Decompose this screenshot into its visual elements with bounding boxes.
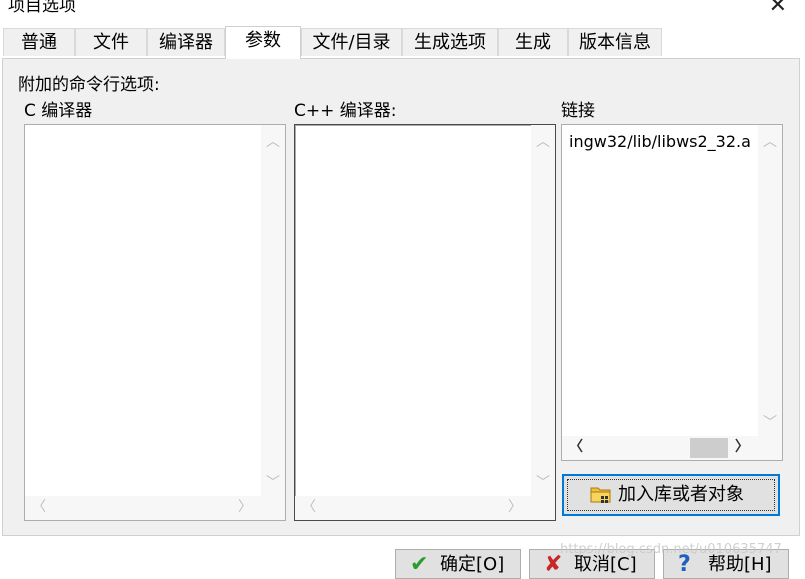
c-compiler-vscrollbar[interactable]: ︿ ﹀: [261, 125, 285, 496]
scroll-left-icon[interactable]: 〈: [568, 440, 584, 454]
tab-directories[interactable]: 文件/目录: [301, 28, 402, 56]
window-title: 项目选项: [8, 0, 76, 16]
extra-options-label: 附加的命令行选项:: [18, 75, 160, 95]
scroll-down-icon[interactable]: ﹀: [265, 476, 281, 490]
linker-hscrollbar[interactable]: 〈 〉: [562, 436, 782, 460]
tab-build-options[interactable]: 生成选项: [402, 28, 498, 56]
scroll-left-icon[interactable]: 〈: [31, 500, 47, 514]
checkmark-icon: ✔: [410, 552, 429, 577]
c-compiler-textbox[interactable]: ︿ ﹀ 〈 〉: [24, 124, 286, 521]
tab-general[interactable]: 普通: [3, 28, 75, 56]
scroll-down-icon[interactable]: ﹀: [535, 476, 551, 490]
scroll-right-icon[interactable]: 〉: [734, 440, 750, 454]
tab-version-info[interactable]: 版本信息: [568, 28, 662, 56]
scroll-up-icon[interactable]: ︿: [535, 135, 551, 149]
linker-text: ingw32/lib/libws2_32.a: [569, 132, 751, 151]
tab-files[interactable]: 文件: [75, 28, 147, 56]
scroll-left-icon[interactable]: 〈: [301, 500, 317, 514]
ok-button[interactable]: ✔ 确定[O]: [395, 549, 521, 579]
tab-parameters[interactable]: 参数: [225, 26, 301, 59]
scroll-down-icon[interactable]: ﹀: [762, 416, 778, 430]
cancel-label: 取消[C]: [574, 554, 637, 575]
c-compiler-label: C 编译器: [24, 101, 93, 121]
scroll-thumb[interactable]: [690, 438, 728, 458]
help-label: 帮助[H]: [708, 554, 772, 575]
linker-vscrollbar[interactable]: ︿ ﹀: [758, 125, 782, 436]
add-library-label: 加入库或者对象: [618, 484, 744, 505]
scroll-right-icon[interactable]: 〉: [237, 500, 253, 514]
cpp-compiler-hscrollbar[interactable]: 〈 〉: [295, 496, 555, 520]
tab-compiler[interactable]: 编译器: [147, 28, 225, 56]
tab-strip: 普通 文件 编译器 参数 文件/目录 生成选项 生成 版本信息: [0, 26, 805, 59]
add-library-button[interactable]: 加入库或者对象: [562, 474, 780, 516]
close-icon[interactable]: ✕: [769, 0, 787, 18]
c-compiler-hscrollbar[interactable]: 〈 〉: [25, 496, 285, 520]
title-bar: 项目选项 ✕: [0, 0, 805, 18]
scroll-right-icon[interactable]: 〉: [507, 500, 523, 514]
tab-build[interactable]: 生成: [498, 28, 568, 56]
scroll-up-icon[interactable]: ︿: [265, 135, 281, 149]
linker-textbox[interactable]: ingw32/lib/libws2_32.a ︿ ﹀ 〈 〉: [561, 124, 783, 461]
watermark: https://blog.csdn.net/u010635747: [560, 542, 782, 557]
cpp-compiler-textbox[interactable]: ︿ ﹀ 〈 〉: [294, 124, 556, 521]
ok-label: 确定[O]: [440, 554, 505, 575]
cpp-compiler-label: C++ 编译器:: [294, 101, 397, 121]
folder-icon: [590, 487, 611, 503]
cpp-compiler-vscrollbar[interactable]: ︿ ﹀: [531, 125, 555, 496]
linker-label: 链接: [561, 101, 595, 121]
scroll-up-icon[interactable]: ︿: [762, 135, 778, 149]
